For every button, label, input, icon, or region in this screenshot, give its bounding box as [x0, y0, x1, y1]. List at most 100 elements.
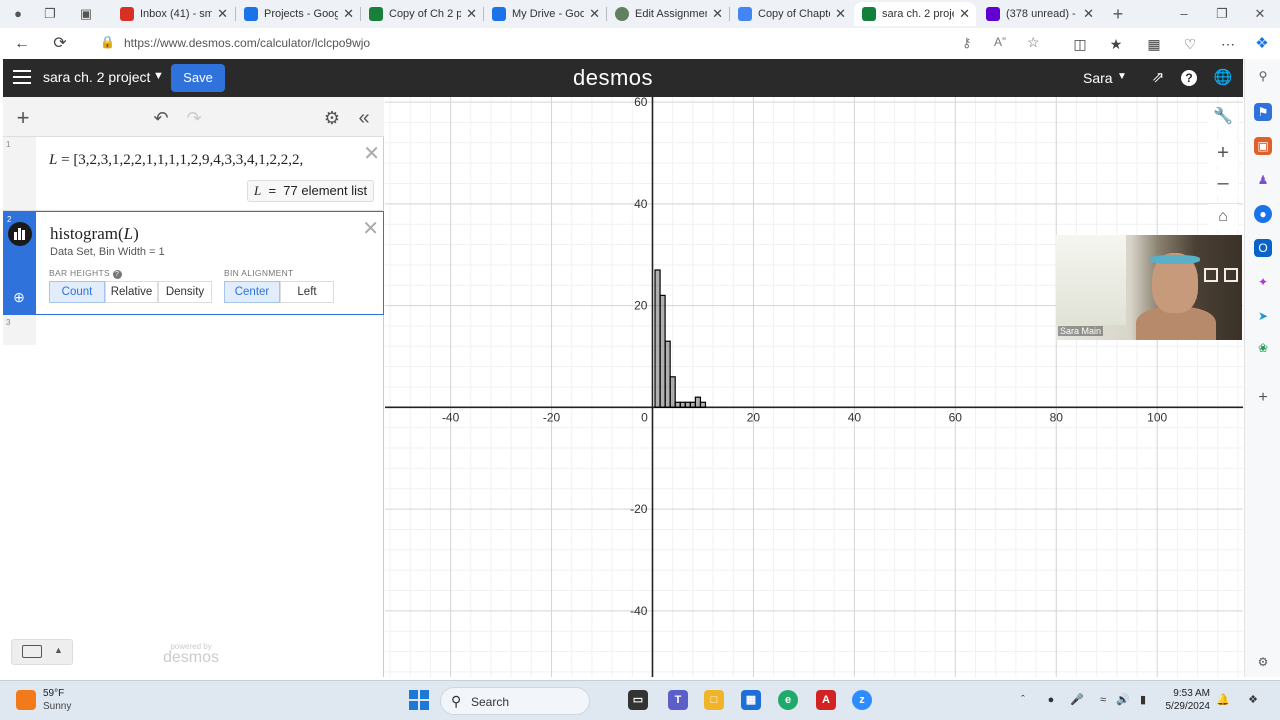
clock-time[interactable]: 9:53 AM — [1170, 688, 1210, 699]
bin-alignment-center-button[interactable]: Center — [224, 281, 280, 303]
zoom-fit-icon[interactable]: ⊕ — [11, 289, 27, 305]
edge-browser-icon[interactable]: e — [778, 690, 798, 710]
close-tab-icon[interactable]: ✕ — [217, 2, 228, 26]
more-menu-icon[interactable]: ⋯ — [1216, 32, 1240, 56]
expression-row-1[interactable]: 1 L = [3,2,3,1,2,2,1,1,1,1,2,9,4,3,3,4,1… — [3, 137, 384, 211]
help-circle-icon[interactable]: ? — [112, 270, 122, 279]
user-dropdown-icon[interactable]: ▼ — [1117, 71, 1127, 82]
graph-paper[interactable]: -40 -20 0 20 40 60 80 100 60 40 20 -20 -40 — [385, 97, 1243, 677]
outlook-icon[interactable]: O — [1254, 239, 1272, 257]
workspaces-icon[interactable]: ❐ — [40, 4, 60, 24]
close-tab-icon[interactable]: ✕ — [466, 2, 477, 26]
weather-temperature[interactable]: 59°F — [43, 688, 64, 699]
send-icon[interactable]: ➤ — [1254, 307, 1272, 325]
weather-description[interactable]: Sunny — [43, 701, 71, 712]
microphone-icon[interactable]: 🎤 — [1070, 693, 1084, 707]
save-button[interactable]: Save — [171, 64, 225, 92]
show-hidden-icons-caret-icon[interactable]: ˆ — [1016, 693, 1030, 707]
expression-row-3[interactable]: 3 — [3, 315, 384, 345]
add-sidebar-app-icon[interactable]: + — [1254, 389, 1272, 407]
tab-desmos-active[interactable]: sara ch. 2 proje ✕ — [854, 2, 976, 26]
minimize-icon[interactable]: – — [1174, 4, 1194, 24]
user-menu[interactable]: Sara — [1083, 70, 1113, 86]
close-tab-icon[interactable]: ✕ — [589, 2, 600, 26]
delete-expression-icon[interactable]: ✕ — [362, 216, 379, 241]
histogram-expression[interactable]: histogram(L) — [50, 224, 139, 244]
list-definition[interactable]: L = [3,2,3,1,2,2,1,1,1,1,2,9,4,3,3,4,1,2… — [49, 152, 349, 169]
bin-alignment-left-button[interactable]: Left — [280, 281, 334, 303]
new-tab-icon[interactable]: + — [1108, 4, 1128, 24]
bar-heights-count-button[interactable]: Count — [49, 281, 105, 303]
help-icon[interactable]: ? — [1181, 70, 1197, 86]
url-text[interactable]: https://www.desmos.com/calculator/lclcpo… — [124, 36, 370, 50]
close-tab-icon[interactable]: ✕ — [959, 2, 970, 26]
back-icon[interactable]: ← — [10, 32, 34, 56]
tab-my-drive[interactable]: My Drive - Goo ✕ — [484, 2, 606, 26]
teams-icon[interactable]: T — [668, 690, 688, 710]
key-icon[interactable]: ⚷ — [962, 35, 972, 51]
graph-settings-wrench-icon[interactable]: 🔧 — [1208, 104, 1238, 130]
settings-gear-icon[interactable]: ⚙ — [321, 107, 343, 129]
tab-yahoo-mail[interactable]: (378 unread) - ✕ — [978, 2, 1100, 26]
tab-edit-assignment[interactable]: Edit Assignmen ✕ — [607, 2, 729, 26]
read-aloud-icon[interactable]: A” — [994, 35, 1006, 49]
taskbar-search-box[interactable]: ⚲ Search — [440, 687, 590, 715]
zoom-app-icon[interactable]: z — [852, 690, 872, 710]
acrobat-icon[interactable]: A — [816, 690, 836, 710]
keypad-toggle-button[interactable]: ▲ — [11, 639, 73, 665]
collapse-panel-icon[interactable]: « — [353, 107, 375, 129]
url-box[interactable]: 🔒 https://www.desmos.com/calculator/lclc… — [92, 31, 1052, 56]
microsoft-store-icon[interactable]: ▦ — [741, 690, 761, 710]
language-globe-icon[interactable]: 🌐 — [1213, 68, 1233, 88]
copilot-taskbar-icon[interactable]: ❖ — [1246, 693, 1260, 707]
split-screen-icon[interactable]: ◫ — [1068, 32, 1092, 56]
sidebar-settings-gear-icon[interactable]: ⚙ — [1254, 653, 1272, 671]
collections-icon[interactable]: ▦ — [1142, 32, 1166, 56]
tab-projects[interactable]: Projects - Goog ✕ — [236, 2, 360, 26]
zoom-out-icon[interactable]: – — [1208, 170, 1238, 196]
tab-docs[interactable]: Copy of Chapte ✕ — [730, 2, 852, 26]
clock-date[interactable]: 5/29/2024 — [1150, 701, 1211, 712]
default-viewport-home-icon[interactable]: ⌂ — [1208, 204, 1238, 230]
zoom-in-icon[interactable]: + — [1208, 140, 1238, 166]
games-icon[interactable]: ♟ — [1254, 171, 1272, 189]
microsoft-365-icon[interactable]: ● — [1254, 205, 1272, 223]
close-tab-icon[interactable]: ✕ — [835, 2, 846, 26]
graph-title[interactable]: sara ch. 2 project — [43, 69, 150, 85]
volume-icon[interactable]: 🔊 — [1116, 693, 1130, 707]
bar-heights-relative-button[interactable]: Relative — [105, 281, 158, 303]
bar-heights-density-button[interactable]: Density — [158, 281, 212, 303]
notifications-bell-icon[interactable]: 🔔 — [1216, 693, 1230, 707]
histogram-icon[interactable] — [8, 222, 32, 246]
task-view-icon[interactable]: ▭ — [628, 690, 648, 710]
hamburger-menu-icon[interactable] — [13, 68, 31, 86]
battery-icon[interactable]: ▮ — [1136, 693, 1150, 707]
tools-briefcase-icon[interactable]: ▣ — [1254, 137, 1272, 155]
undo-icon[interactable]: ↶ — [150, 107, 172, 129]
maximize-icon[interactable]: ❐ — [1212, 4, 1232, 24]
shopping-tag-icon[interactable]: ⚑ — [1254, 103, 1272, 121]
close-tab-icon[interactable]: ✕ — [1083, 2, 1094, 26]
graph-canvas[interactable]: -40 -20 0 20 40 60 80 100 60 40 20 -20 -40 — [385, 97, 1243, 677]
expression-row-2[interactable]: 2 ⊕ histogram(L) Data Set, Bin Width = 1… — [3, 211, 384, 315]
zoom-tray-icon[interactable]: ● — [1044, 693, 1058, 707]
close-tab-icon[interactable]: ✕ — [712, 2, 723, 26]
title-dropdown-icon[interactable]: ▼ — [153, 70, 164, 82]
close-window-icon[interactable]: ✕ — [1250, 4, 1270, 24]
redo-icon[interactable]: ↷ — [183, 107, 205, 129]
add-item-icon[interactable]: + — [12, 107, 34, 129]
share-icon[interactable]: ⇗ — [1148, 68, 1168, 88]
tab-sheets[interactable]: Copy of Ch 2 pr ✕ — [361, 2, 483, 26]
designer-icon[interactable]: ✦ — [1254, 273, 1272, 291]
favorites-icon[interactable]: ★ — [1104, 32, 1128, 56]
search-icon[interactable]: ⚲ — [1254, 67, 1272, 85]
drop-icon[interactable]: ❀ — [1254, 339, 1272, 357]
refresh-icon[interactable]: ⟳ — [48, 32, 72, 56]
copilot-icon[interactable]: ❖ — [1250, 32, 1274, 56]
delete-expression-icon[interactable]: ✕ — [363, 141, 380, 166]
tab-actions-icon[interactable]: ▣ — [76, 4, 96, 24]
windows-start-icon[interactable] — [409, 690, 429, 710]
profile-icon[interactable]: ● — [8, 4, 28, 24]
weather-sun-icon[interactable] — [16, 690, 36, 710]
wifi-icon[interactable]: ≈ — [1096, 693, 1110, 707]
